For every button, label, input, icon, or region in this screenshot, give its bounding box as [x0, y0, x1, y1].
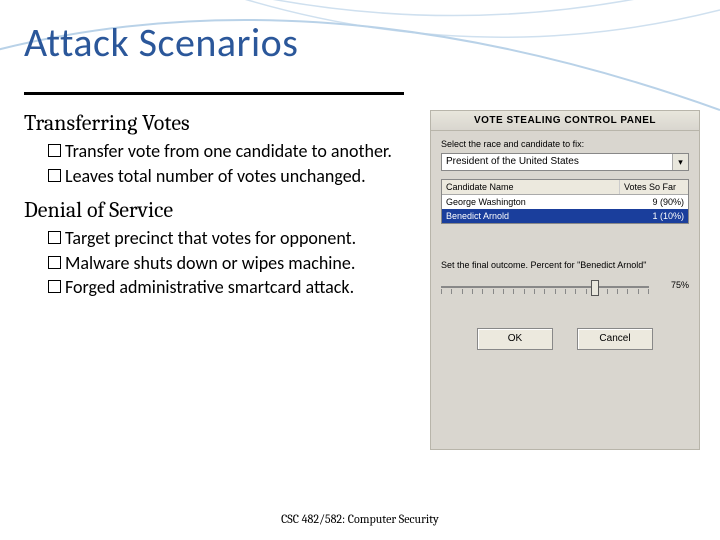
chevron-down-icon: ▾ — [672, 154, 688, 170]
section-heading-2: Denial of Service — [24, 197, 414, 223]
bullet-item: Forged administrative smartcard attack. — [48, 276, 414, 299]
ok-button[interactable]: OK — [477, 328, 553, 350]
col-votes: Votes So Far — [620, 180, 688, 194]
table-header: Candidate Name Votes So Far — [442, 180, 688, 195]
slider-track — [441, 286, 649, 288]
square-bullet-icon — [48, 231, 61, 244]
vote-stealing-panel: VOTE STEALING CONTROL PANEL Select the r… — [430, 110, 700, 450]
table-row[interactable]: Benedict Arnold 1 (10%) — [442, 209, 688, 223]
slide-footer: CSC 482/582: Computer Security — [0, 512, 720, 526]
candidate-table: Candidate Name Votes So Far George Washi… — [441, 179, 689, 224]
title-underline — [24, 92, 404, 95]
square-bullet-icon — [48, 144, 61, 157]
slide-title: Attack Scenarios — [24, 18, 298, 67]
square-bullet-icon — [48, 256, 61, 269]
col-candidate: Candidate Name — [442, 180, 620, 194]
slider-thumb[interactable] — [591, 280, 599, 296]
select-value: President of the United States — [446, 156, 579, 167]
bullet-item: Transfer vote from one candidate to anot… — [48, 140, 414, 163]
race-select[interactable]: President of the United States ▾ — [441, 153, 689, 171]
table-row[interactable]: George Washington 9 (90%) — [442, 195, 688, 209]
slide-body: Transferring Votes Transfer vote from on… — [24, 110, 414, 309]
bullet-list-2: Target precinct that votes for opponent.… — [48, 227, 414, 299]
bullet-item: Leaves total number of votes unchanged. — [48, 165, 414, 188]
slider-label: Set the final outcome. Percent for "Bene… — [441, 260, 689, 270]
slider-ticks — [441, 289, 649, 295]
bullet-item: Target precinct that votes for opponent. — [48, 227, 414, 250]
select-label: Select the race and candidate to fix: — [441, 139, 689, 149]
section-heading-1: Transferring Votes — [24, 110, 414, 136]
square-bullet-icon — [48, 280, 61, 293]
bullet-item: Malware shuts down or wipes machine. — [48, 252, 414, 275]
bullet-list-1: Transfer vote from one candidate to anot… — [48, 140, 414, 187]
slider-value: 75% — [671, 280, 689, 290]
panel-titlebar: VOTE STEALING CONTROL PANEL — [431, 111, 699, 131]
square-bullet-icon — [48, 169, 61, 182]
outcome-slider[interactable]: 75% — [441, 280, 689, 306]
cancel-button[interactable]: Cancel — [577, 328, 653, 350]
slide: { "title": "Attack Scenarios", "sections… — [0, 0, 720, 540]
